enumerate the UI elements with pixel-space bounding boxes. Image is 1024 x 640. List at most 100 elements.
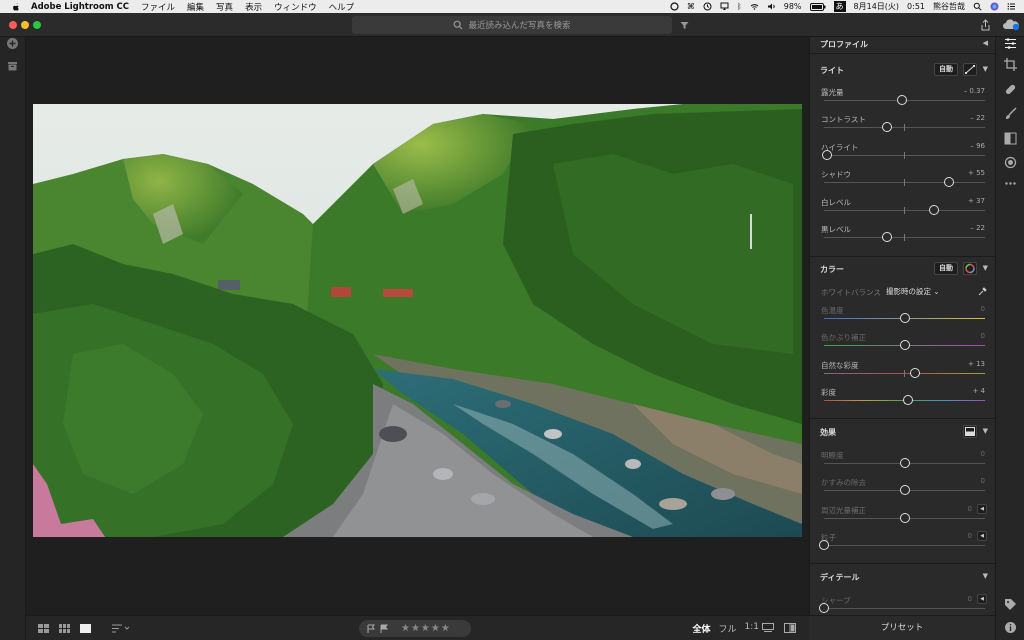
linear-gradient-icon[interactable] [1004, 132, 1017, 145]
slider-value[interactable]: – 0.37 [964, 87, 985, 95]
photo-preview[interactable] [33, 104, 802, 537]
slider-value[interactable]: 0 [981, 305, 985, 313]
input-method-icon[interactable]: あ [833, 1, 846, 12]
menu-help[interactable]: ヘルプ [329, 1, 355, 13]
photo-viewer[interactable] [26, 37, 809, 615]
info-icon[interactable] [1004, 621, 1017, 634]
volume-icon[interactable] [767, 2, 776, 11]
my-photos-icon[interactable] [6, 59, 19, 72]
color-section-header[interactable]: カラー 自動 ▼ [810, 260, 995, 280]
grid-view-square-icon[interactable] [38, 624, 49, 633]
slider-handle[interactable] [899, 512, 910, 523]
add-photos-icon[interactable] [6, 37, 19, 50]
zoom-1to1-button[interactable]: 1:1 [745, 622, 759, 635]
grid-view-compact-icon[interactable] [59, 624, 70, 633]
zoom-fit-button[interactable]: 全体 [692, 622, 710, 635]
bluetooth-icon[interactable]: ᛒ [737, 2, 742, 11]
app-menu[interactable]: Adobe Lightroom CC [31, 2, 129, 12]
zoom-fill-button[interactable]: フル [719, 622, 737, 635]
effects-section-header[interactable]: 効果 ▼ [810, 423, 995, 443]
radial-gradient-icon[interactable] [1004, 156, 1017, 169]
zoom-window-button[interactable] [33, 21, 41, 29]
edit-sliders-icon[interactable] [1004, 37, 1017, 50]
filter-icon[interactable] [680, 21, 689, 30]
slider-value[interactable]: 0 [981, 477, 985, 485]
search-field[interactable]: 最近読み込んだ写真を検索 [352, 16, 672, 34]
vignette-style-button[interactable] [963, 425, 977, 438]
menubar-date[interactable]: 8月14日(火) [854, 1, 900, 12]
slider-handle[interactable] [899, 458, 910, 468]
slider-handle[interactable] [899, 313, 910, 323]
slider-value[interactable]: + 37 [968, 197, 985, 205]
color-mixer-button[interactable] [963, 262, 977, 275]
notification-center-icon[interactable] [1007, 2, 1016, 11]
airplay-icon[interactable] [720, 2, 729, 11]
slider-handle[interactable] [881, 122, 892, 133]
slider-value[interactable]: 0 [981, 332, 985, 340]
slider-handle[interactable] [899, 485, 910, 496]
sort-icon[interactable] [112, 624, 130, 633]
chevron-down-icon[interactable]: ▼ [983, 427, 988, 435]
menu-edit[interactable]: 編集 [187, 1, 204, 13]
expand-left-icon[interactable]: ◀ [977, 503, 987, 514]
crop-icon[interactable] [1004, 58, 1017, 71]
slider-handle[interactable] [819, 603, 829, 613]
menu-view[interactable]: 表示 [245, 1, 262, 13]
slider-value[interactable]: – 96 [970, 142, 985, 150]
slider-handle[interactable] [819, 540, 829, 551]
light-auto-button[interactable]: 自動 [934, 63, 958, 76]
chevron-left-icon[interactable]: ◀ [983, 39, 988, 47]
brush-icon[interactable] [1004, 107, 1017, 120]
slider-handle[interactable] [822, 149, 833, 160]
light-section-header[interactable]: ライト 自動 ▼ [810, 61, 995, 81]
expand-left-icon[interactable]: ◀ [977, 594, 987, 604]
creative-cloud-icon[interactable] [670, 2, 679, 11]
slider-handle[interactable] [943, 177, 954, 188]
single-photo-view-icon[interactable] [80, 624, 91, 633]
menu-window[interactable]: ウィンドウ [274, 1, 317, 13]
slider-value[interactable]: 0 [968, 505, 972, 513]
slider-handle[interactable] [881, 232, 892, 242]
menubar-user[interactable]: 熊谷哲哉 [933, 1, 965, 12]
slider-track[interactable] [824, 545, 985, 547]
spotlight-search-icon[interactable] [973, 2, 982, 11]
menu-file[interactable]: ファイル [141, 1, 175, 13]
slider-value[interactable]: 0 [968, 595, 972, 603]
slider-value[interactable]: + 4 [972, 387, 985, 395]
apple-menu-icon[interactable] [11, 2, 21, 12]
close-window-button[interactable] [9, 21, 17, 29]
slider-handle[interactable] [929, 204, 940, 215]
slider-value[interactable]: 0 [981, 450, 985, 458]
siri-icon[interactable] [990, 2, 999, 11]
more-options-icon[interactable] [1004, 177, 1017, 190]
slider-handle[interactable] [902, 395, 913, 406]
slider-handle[interactable] [909, 367, 920, 378]
menubar-clock[interactable]: 0:51 [907, 2, 925, 11]
share-icon[interactable] [980, 19, 991, 31]
white-balance-select[interactable]: 撮影時の設定 ⌄ [886, 286, 940, 297]
slider-value[interactable]: + 13 [968, 360, 985, 368]
chevron-down-icon[interactable]: ▼ [983, 65, 988, 73]
color-auto-button[interactable]: 自動 [934, 262, 958, 275]
before-after-icon[interactable] [784, 623, 796, 633]
slider-handle[interactable] [899, 340, 910, 351]
healing-brush-icon[interactable] [1004, 83, 1017, 96]
detail-section-header[interactable]: ディテール ▼ [810, 568, 995, 588]
tone-curve-button[interactable] [963, 63, 977, 76]
star-rating[interactable]: ★★★★★ [401, 623, 451, 634]
slider-value[interactable]: – 22 [970, 224, 985, 232]
history-icon[interactable] [703, 2, 712, 11]
slider-value[interactable]: – 22 [970, 114, 985, 122]
tag-icon[interactable] [1004, 598, 1017, 611]
chevron-down-icon[interactable]: ▼ [983, 572, 988, 580]
slider-track[interactable] [824, 608, 985, 609]
flag-reject-icon[interactable] [380, 624, 389, 633]
minimize-window-button[interactable] [21, 21, 29, 29]
slider-handle[interactable] [896, 95, 907, 105]
menu-photo[interactable]: 写真 [216, 1, 233, 13]
slider-value[interactable]: + 55 [968, 169, 985, 177]
flag-pick-icon[interactable] [367, 624, 376, 633]
slider-value[interactable]: 0 [968, 532, 972, 540]
presets-button[interactable]: プリセット [809, 615, 995, 640]
eyedropper-icon[interactable] [977, 287, 987, 297]
